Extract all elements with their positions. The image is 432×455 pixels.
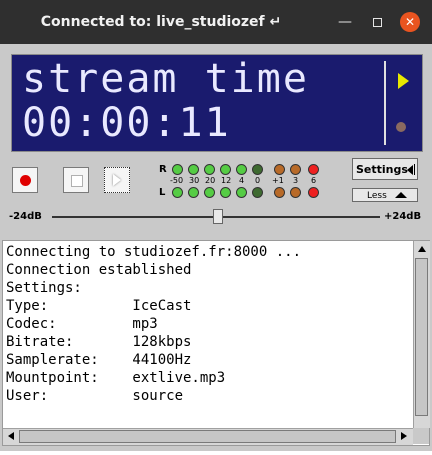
scale-label: 12	[221, 176, 232, 185]
display-line-2: 00:00:11	[22, 100, 231, 146]
meter-led-l2	[188, 187, 199, 198]
settings-button-label: Settings	[356, 163, 408, 176]
meter-label-l: L	[159, 187, 166, 198]
scale-label: 20	[205, 176, 216, 185]
meter-led-r6	[252, 164, 263, 175]
vertical-scrollbar[interactable]	[413, 241, 430, 428]
log-panel[interactable]: Connecting to studiozef.fr:8000 ... Conn…	[2, 240, 430, 446]
meter-led-r9	[308, 164, 319, 175]
scale-label: 6	[311, 176, 317, 185]
record-dot-icon	[20, 175, 31, 186]
scale-label: 4	[239, 176, 245, 185]
maximize-icon[interactable]	[368, 13, 386, 31]
scrollbar-corner	[413, 428, 429, 444]
app-window: Connected to: live_studiozef ↵ — ✕ strea…	[0, 0, 432, 451]
display-line-1: stream time	[22, 56, 309, 102]
play-button[interactable]	[104, 167, 130, 193]
title-bar: Connected to: live_studiozef ↵ — ✕	[0, 0, 432, 44]
scale-label: 0	[255, 176, 261, 185]
meter-led-l7	[274, 187, 285, 198]
scale-label: +1	[272, 176, 284, 185]
window-title: Connected to: live_studiozef ↵	[40, 14, 282, 30]
scroll-up-arrow-icon[interactable]	[418, 246, 426, 252]
log-line: Type: IceCast	[6, 298, 192, 314]
scroll-right-arrow-icon[interactable]	[401, 432, 407, 440]
stream-time-display: stream time 00:00:11	[11, 54, 423, 152]
meter-led-l3	[204, 187, 215, 198]
volume-max-label: +24dB	[384, 211, 422, 222]
display-divider	[384, 61, 386, 145]
recording-indicator-icon	[396, 122, 406, 132]
settings-button[interactable]: Settings	[352, 158, 418, 180]
scroll-left-arrow-icon[interactable]	[8, 432, 14, 440]
scale-label: -50	[170, 176, 184, 185]
scale-label: 3	[293, 176, 299, 185]
meter-label-r: R	[159, 164, 167, 175]
playing-indicator-icon	[398, 73, 409, 89]
meter-led-r2	[188, 164, 199, 175]
collapse-bar-icon	[414, 164, 415, 175]
collapse-left-arrow-icon	[407, 165, 413, 175]
meter-led-l4	[220, 187, 231, 198]
meter-led-l5	[236, 187, 247, 198]
meter-led-r5	[236, 164, 247, 175]
volume-min-label: -24dB	[9, 211, 42, 222]
minimize-icon[interactable]: —	[336, 13, 354, 31]
log-line: Settings:	[6, 280, 82, 296]
record-button[interactable]	[12, 167, 38, 193]
less-button[interactable]: Less	[352, 188, 418, 202]
log-line: Samplerate: 44100Hz	[6, 352, 192, 368]
stop-button[interactable]	[63, 167, 89, 193]
stop-square-icon	[71, 175, 83, 187]
log-line: User: source	[6, 388, 184, 404]
log-line: Bitrate: 128kbps	[6, 334, 192, 350]
log-line: Codec: mp3	[6, 316, 158, 332]
log-line: Connection established	[6, 262, 192, 278]
meter-led-l6	[252, 187, 263, 198]
scale-label: 30	[189, 176, 200, 185]
vertical-scroll-thumb[interactable]	[415, 258, 428, 416]
meter-led-l8	[290, 187, 301, 198]
up-arrow-icon	[395, 192, 407, 198]
log-line: Connecting to studiozef.fr:8000 ...	[6, 244, 302, 260]
log-text: Connecting to studiozef.fr:8000 ... Conn…	[6, 243, 411, 405]
meter-led-r3	[204, 164, 215, 175]
meter-led-l9	[308, 187, 319, 198]
horizontal-scrollbar[interactable]	[3, 428, 413, 445]
meter-led-r8	[290, 164, 301, 175]
horizontal-scroll-thumb[interactable]	[19, 430, 396, 443]
meter-led-r4	[220, 164, 231, 175]
display-text: stream time 00:00:11	[22, 57, 309, 145]
meter-led-r1	[172, 164, 183, 175]
meter-led-l1	[172, 187, 183, 198]
close-icon[interactable]: ✕	[400, 12, 420, 32]
log-line: Mountpoint: extlive.mp3	[6, 370, 226, 386]
play-triangle-icon	[113, 174, 121, 186]
volume-slider-thumb[interactable]	[213, 209, 223, 224]
less-button-label: Less	[367, 191, 387, 201]
meter-led-r7	[274, 164, 285, 175]
